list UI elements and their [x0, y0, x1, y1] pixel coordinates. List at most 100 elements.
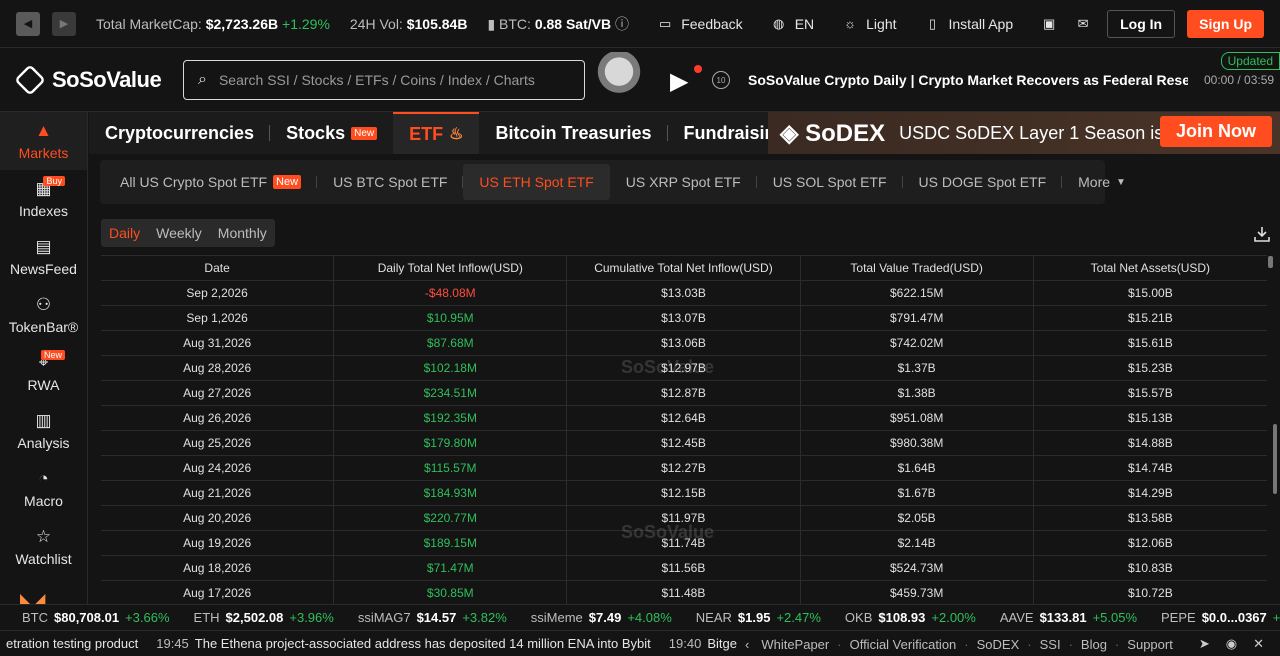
tab-cryptocurrencies[interactable]: Cryptocurrencies — [89, 112, 271, 154]
info-icon[interactable]: ⓘ — [615, 16, 629, 32]
signup-button[interactable]: Sign Up — [1187, 9, 1264, 38]
tab-label: US BTC Spot ETF — [333, 174, 448, 190]
footer-link[interactable]: WhitePaper — [761, 637, 829, 652]
table-cell: $1.37B — [801, 356, 1034, 380]
watchlist-icon: ☆ — [35, 527, 52, 546]
ticker-item[interactable]: AAVE $133.81 +5.05% — [1000, 610, 1137, 625]
footer-link[interactable]: SoDEX — [977, 637, 1020, 652]
news-text: etration testing product — [6, 636, 139, 651]
tab-bitcoin-treasuries[interactable]: Bitcoin Treasuries — [479, 112, 668, 154]
live-dot-icon — [694, 65, 702, 73]
chevron-left-icon[interactable]: ‹ — [745, 637, 749, 652]
ticker-change: +2.00% — [931, 610, 976, 625]
tab-monthly[interactable]: Monthly — [210, 219, 275, 247]
feedback-button[interactable]: ▭ Feedback — [657, 16, 743, 32]
back-arrow-icon[interactable]: ◀ — [16, 11, 40, 36]
period-tabs: Daily Weekly Monthly — [101, 219, 275, 247]
tab-daily[interactable]: Daily — [101, 219, 148, 247]
table-cell: Aug 21,2026 — [101, 481, 335, 505]
table-cell: $1.38B — [801, 381, 1034, 405]
ticker-item[interactable]: BTC $80,708.01 +3.66% — [22, 610, 170, 625]
theme-toggle[interactable]: ☼ Light — [842, 16, 896, 32]
sidebar-item-label: Macro — [24, 493, 63, 509]
tab-label: ETF — [409, 123, 444, 144]
tab-all-us-crypto-spot-etf[interactable]: All US Crypto Spot ETF New — [104, 164, 318, 200]
sidebar-item-markets[interactable]: ▲ Markets — [0, 112, 87, 170]
ticker-item[interactable]: ssiMeme $7.49 +4.08% — [531, 610, 672, 625]
tab-us-btc-spot-etf[interactable]: US BTC Spot ETF — [317, 164, 464, 200]
column-header: Cumulative Total Net Inflow(USD) — [567, 256, 801, 280]
news-item[interactable]: etration testing product — [0, 636, 138, 651]
help-button[interactable]: ▣ — [1041, 16, 1057, 32]
tab-label: US XRP Spot ETF — [625, 174, 741, 190]
page-scrollbar[interactable] — [1273, 424, 1277, 494]
table-cell: $12.45B — [567, 431, 801, 455]
play-button[interactable]: ▶ — [670, 65, 702, 95]
download-icon[interactable] — [1252, 224, 1272, 244]
logo[interactable]: SoSoValue — [14, 63, 162, 96]
sidebar-item-newsfeed[interactable]: ▤ NewsFeed — [0, 228, 87, 286]
podcast-time: 00:00 / 03:59 — [1204, 73, 1275, 87]
ticker-item[interactable]: PEPE $0.0...0367 +5.46% — [1161, 610, 1280, 625]
discord-icon[interactable]: ◉ — [1226, 636, 1237, 652]
ticker-item[interactable]: NEAR $1.95 +2.47% — [696, 610, 821, 625]
social-icons: ➤ ◉ ✕ — [1199, 636, 1264, 652]
footer-link[interactable]: Official Verification — [850, 637, 957, 652]
news-ticker: etration testing product 19:45 The Ethena … — [0, 630, 1280, 656]
sidebar-item-label: Indexes — [18, 203, 69, 219]
table-cell: Aug 25,2026 — [101, 431, 335, 455]
ticker-price: $108.93 — [878, 610, 926, 625]
forward-arrow-icon[interactable]: ▶ — [52, 11, 76, 36]
table-cell: -$48.08M — [334, 281, 568, 305]
rewind-10-icon[interactable]: 10 — [712, 71, 730, 89]
table-cell: $192.35M — [334, 406, 568, 430]
tab-us-sol-spot-etf[interactable]: US SOL Spot ETF — [757, 164, 903, 200]
table-cell: $1.67B — [801, 481, 1034, 505]
separator: · — [1114, 636, 1120, 652]
logo-icon — [14, 63, 46, 96]
news-item[interactable]: 19:45 The Ethena project-associated addre… — [156, 636, 651, 651]
install-app-button[interactable]: ▯ Install App — [925, 16, 1013, 32]
tab-us-xrp-spot-etf[interactable]: US XRP Spot ETF — [610, 164, 757, 200]
podcast-title[interactable]: SoSoValue Crypto Daily | Crypto Market R… — [748, 72, 1188, 88]
table-cell: $14.29B — [1127, 486, 1173, 500]
messages-button[interactable]: ✉ — [1075, 16, 1091, 32]
search-input[interactable]: ⌕ Search SSI / Stocks / ETFs / Coins / I… — [183, 60, 585, 100]
globe-icon: ◍ — [773, 15, 785, 31]
tab-us-eth-spot-etf[interactable]: US ETH Spot ETF — [463, 164, 610, 200]
ticker-item[interactable]: ssiMAG7 $14.57 +3.82% — [358, 610, 507, 625]
sidebar-item-tokenbar[interactable]: ⚇ TokenBar® — [0, 286, 87, 344]
sidebar-item-watchlist[interactable]: ☆ Watchlist — [0, 518, 87, 576]
footer-link[interactable]: Blog — [1081, 637, 1107, 652]
ticker-change: +5.05% — [1092, 610, 1138, 625]
ticker-symbol: ssiMAG7 — [357, 610, 411, 625]
marketcap-stat: Total MarketCap: $2,723.26B +1.29% — [96, 16, 330, 32]
join-now-button[interactable]: Join Now — [1160, 116, 1272, 147]
tab-us-doge-spot-etf[interactable]: US DOGE Spot ETF — [903, 164, 1063, 200]
more-dropdown[interactable]: More ▼ — [1062, 164, 1142, 200]
sidebar-item-macro[interactable]: ◔ Macro — [0, 460, 87, 518]
table-scrollbar[interactable] — [1268, 256, 1273, 268]
telegram-icon[interactable]: ➤ — [1199, 636, 1210, 652]
login-button[interactable]: Log In — [1107, 9, 1176, 38]
ticker-symbol: ETH — [193, 610, 220, 625]
footer-link[interactable]: Support — [1127, 637, 1173, 652]
column-header: Total Net Assets(USD) — [1090, 261, 1211, 275]
ticker-item[interactable]: OKB $108.93 +2.00% — [845, 610, 976, 625]
sodex-promo-banner[interactable]: ◈ SoDEX USDC SoDEX Layer 1 Season is L J… — [768, 112, 1280, 154]
tab-etf[interactable]: ETF ♨ — [393, 112, 480, 154]
language-button[interactable]: ◍ EN — [771, 16, 814, 32]
search-placeholder: Search SSI / Stocks / ETFs / Coins / Ind… — [218, 72, 535, 88]
tab-weekly[interactable]: Weekly — [148, 219, 210, 247]
sidebar-item-rwa[interactable]: ⌖ RWA New — [0, 344, 87, 402]
footer-link[interactable]: SSI — [1040, 637, 1061, 652]
table-row: Aug 27,2026 $234.51M $12.87B $1.38B $15.57B — [101, 381, 1267, 406]
sidebar-item-indexes[interactable]: ▦ Indexes Buy — [0, 170, 87, 228]
x-icon[interactable]: ✕ — [1253, 636, 1264, 652]
table-cell: $179.80M — [334, 431, 568, 455]
tab-stocks[interactable]: Stocks New — [270, 112, 393, 154]
sidebar-item-analysis[interactable]: ▥ Analysis — [0, 402, 87, 460]
ticker-item[interactable]: ETH $2,502.08 +3.96% — [194, 610, 334, 625]
price-ticker: BTC $80,708.01 +3.66% ETH $2,502.08 +3.96% ssi… — [0, 604, 1280, 630]
table-cell: Aug 17,2026 — [101, 581, 335, 604]
